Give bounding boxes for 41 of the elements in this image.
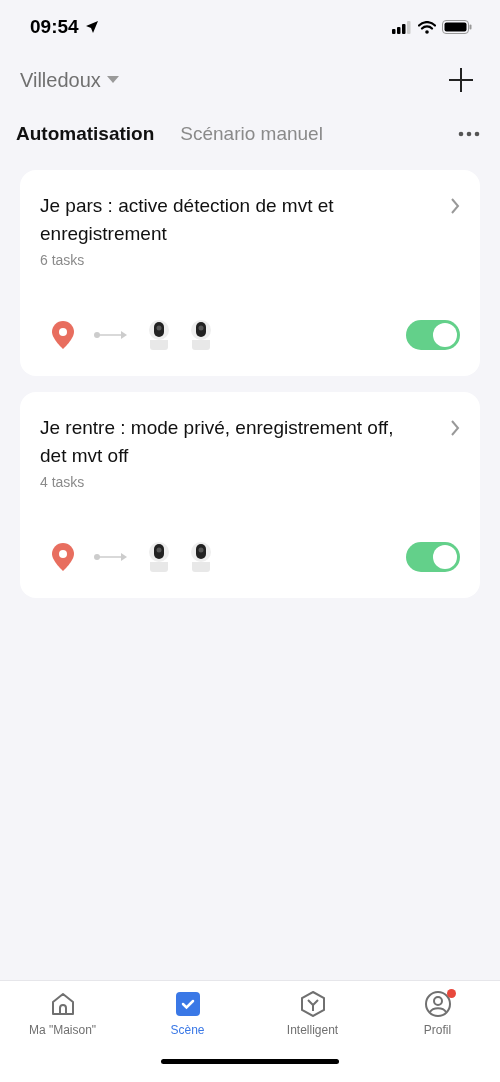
nav-label: Intelligent bbox=[286, 1023, 339, 1037]
chevron-right-icon bbox=[450, 198, 460, 214]
location-arrow-icon bbox=[84, 20, 99, 34]
scene-title: Je rentre : mode privé, enregistrement off, det mvt off bbox=[40, 416, 395, 468]
location-pin-icon bbox=[52, 543, 74, 571]
scene-title: Je pars : active détection de mvt et enregistrement bbox=[40, 194, 335, 246]
add-icon[interactable] bbox=[448, 67, 474, 93]
tab[interactable]: Scénario manuel bbox=[180, 123, 323, 145]
nav-label: Profil bbox=[423, 1023, 452, 1037]
checkbox-icon bbox=[174, 991, 201, 1017]
home-selector[interactable]: Villedoux bbox=[20, 68, 101, 92]
scene-card[interactable]: Je pars : active détection de mvt et enregistrement 6 tasks bbox=[20, 170, 480, 376]
toggle-switch[interactable] bbox=[406, 320, 460, 350]
chevron-right-icon bbox=[450, 420, 460, 436]
wifi-icon bbox=[418, 20, 436, 34]
nav-label: Ma "Maison" bbox=[28, 1023, 97, 1037]
profile-icon bbox=[424, 991, 451, 1017]
hexagon-icon bbox=[299, 991, 326, 1017]
status-time: 09:54 bbox=[30, 16, 79, 38]
battery-icon bbox=[442, 20, 472, 34]
home-icon bbox=[49, 991, 76, 1017]
task-count: 4 tasks bbox=[40, 474, 86, 490]
nav-tab[interactable]: Profil bbox=[382, 991, 493, 1037]
camera-icon bbox=[148, 542, 170, 572]
camera-icon bbox=[190, 320, 212, 350]
task-count: 6 tasks bbox=[40, 252, 86, 268]
arrow-icon bbox=[94, 330, 128, 340]
nav-tab[interactable]: Scène bbox=[132, 991, 243, 1037]
toggle-switch[interactable] bbox=[406, 542, 460, 572]
more-icon[interactable] bbox=[458, 131, 480, 137]
dropdown-caret-icon[interactable] bbox=[106, 76, 119, 84]
camera-icon bbox=[148, 320, 170, 350]
arrow-icon bbox=[94, 552, 128, 562]
nav-tab[interactable]: Intelligent bbox=[257, 991, 368, 1037]
scene-card[interactable]: Je rentre : mode privé, enregistrement off, det mvt off 4 tasks bbox=[20, 392, 480, 598]
nav-label: Scène bbox=[170, 1023, 205, 1037]
signal-icon bbox=[392, 20, 412, 34]
camera-icon bbox=[190, 542, 212, 572]
nav-tab[interactable]: Ma "Maison" bbox=[7, 991, 118, 1037]
tab[interactable]: Automatisation bbox=[16, 123, 155, 145]
location-pin-icon bbox=[52, 321, 74, 349]
